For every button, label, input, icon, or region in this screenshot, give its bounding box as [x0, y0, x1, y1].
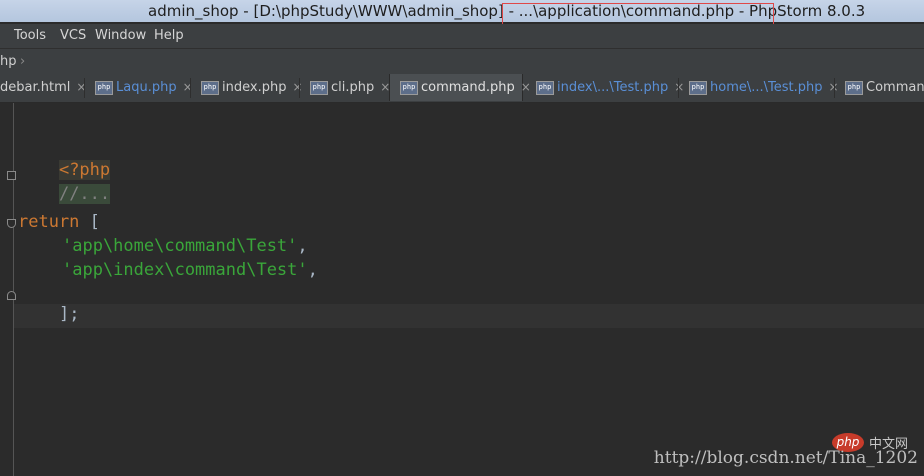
string-literal: 'app\index\command\Test': [62, 260, 308, 280]
bracket-close: ];: [58, 304, 80, 324]
tab-laqu-php[interactable]: php Laqu.php ×: [95, 74, 193, 101]
fold-expand-icon[interactable]: [7, 171, 16, 180]
menu-tools[interactable]: Tools: [14, 28, 46, 43]
tab-label: home\...\Test.php: [710, 80, 823, 95]
code-line-4: return [: [18, 212, 100, 232]
tab-label: command.php: [421, 80, 515, 95]
php-file-icon: php: [689, 80, 707, 95]
code-editor[interactable]: <?php //... return [ 'app\home\command\T…: [0, 103, 924, 476]
tab-index-test-php[interactable]: php index\...\Test.php ×: [536, 74, 684, 101]
tab-label: Command.: [866, 80, 924, 95]
php-file-icon: php: [201, 80, 219, 95]
fold-collapse-icon[interactable]: [7, 219, 16, 228]
tab-index-php[interactable]: php index.php ×: [201, 74, 303, 101]
php-file-icon: php: [95, 80, 113, 95]
tab-command-partial[interactable]: phpCommand.: [845, 74, 924, 101]
bracket-open: [: [79, 212, 100, 232]
watermark-url: http://blog.csdn.net/Tina_1202: [653, 448, 918, 468]
fold-end-icon[interactable]: [7, 291, 16, 300]
code-line-7: ];: [18, 284, 79, 344]
php-file-icon: php: [845, 80, 863, 95]
comma: ,: [307, 260, 318, 280]
string-literal: 'app\home\command\Test': [62, 236, 298, 256]
folded-comment[interactable]: //...: [58, 184, 111, 204]
php-file-icon: php: [536, 80, 554, 95]
tab-label: index.php: [222, 80, 287, 95]
menu-help[interactable]: Help: [154, 28, 184, 43]
tab-label: cli.php: [331, 80, 375, 95]
tab-label: debar.html: [0, 80, 71, 95]
breadcrumb: hp ›: [0, 48, 924, 75]
menu-vcs[interactable]: VCS: [60, 28, 86, 43]
php-file-icon: php: [400, 80, 418, 95]
menu-window[interactable]: Window: [95, 28, 146, 43]
close-icon[interactable]: ×: [292, 80, 302, 94]
gutter-divider: [13, 103, 14, 476]
tab-command-php[interactable]: php command.php ×: [389, 74, 531, 101]
tab-label: Laqu.php: [116, 80, 177, 95]
current-line-highlight: [14, 304, 924, 328]
close-icon[interactable]: ×: [521, 80, 531, 94]
window-title-bar: admin_shop - [D:\phpStudy\WWW\admin_shop…: [0, 0, 924, 22]
php-file-icon: php: [310, 80, 328, 95]
close-icon[interactable]: ×: [183, 80, 193, 94]
chevron-right-icon: ›: [20, 54, 26, 69]
tab-sidebar-html[interactable]: debar.html ×: [0, 74, 86, 101]
keyword-return: return: [18, 212, 80, 232]
code-line-6: 'app\index\command\Test',: [62, 260, 318, 280]
tab-cli-php[interactable]: php cli.php ×: [310, 74, 390, 101]
tab-home-test-php[interactable]: phphome\...\Test.php×: [689, 74, 839, 101]
breadcrumb-item[interactable]: hp: [0, 54, 17, 69]
code-line-5: 'app\home\command\Test',: [62, 236, 308, 256]
close-icon[interactable]: ×: [674, 80, 684, 94]
editor-tabs: debar.html × php Laqu.php × php index.php × p…: [0, 74, 924, 103]
menu-bar: Tools VCS Window Help: [0, 24, 924, 48]
comma: ,: [297, 236, 308, 256]
tab-label: index\...\Test.php: [557, 80, 669, 95]
